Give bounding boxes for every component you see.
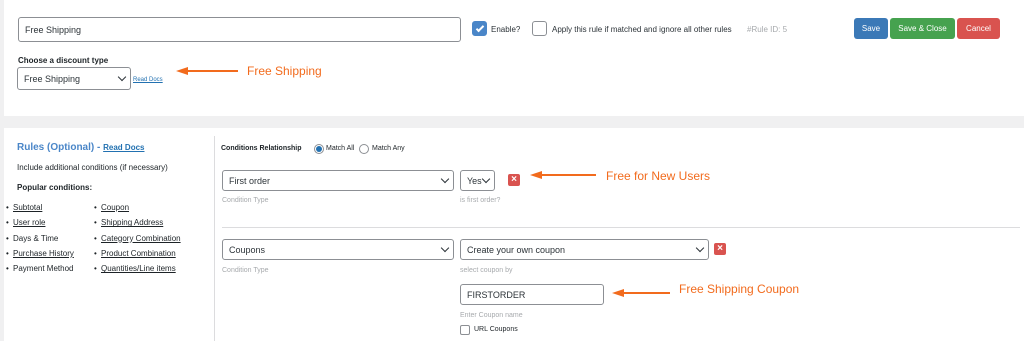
close-icon: ×	[717, 243, 723, 254]
popular-conditions-col2: Coupon Shipping Address Category Combina…	[94, 200, 181, 277]
condition-link-coupon[interactable]: Coupon	[94, 200, 181, 216]
discount-type-heading: Choose a discount type	[18, 56, 109, 65]
rules-heading: Rules (Optional)	[17, 142, 95, 153]
condition1-type-hint: Condition Type	[222, 197, 269, 204]
close-icon: ×	[511, 174, 517, 185]
rules-read-docs-link[interactable]: Read Docs	[103, 143, 144, 152]
condition1-value-select[interactable]: Yes	[460, 170, 495, 191]
coupon-name-input[interactable]: FIRSTORDER	[460, 284, 604, 305]
url-coupons-checkbox[interactable]	[460, 325, 470, 335]
rule-name-value: Free Shipping	[25, 24, 82, 35]
rules-divider	[214, 136, 215, 341]
discount-read-docs-link[interactable]: Read Docs	[133, 77, 163, 83]
rule-id: #Rule ID: 5	[747, 25, 788, 34]
popular-conditions-col1: Subtotal User role Days & Time Purchase …	[6, 200, 74, 277]
cancel-button[interactable]: Cancel	[957, 18, 1000, 39]
coupon-name-hint: Enter Coupon name	[460, 312, 523, 319]
rules-heading-row: Rules (Optional) - Read Docs	[17, 142, 145, 153]
condition-link-payment-method[interactable]: Payment Method	[6, 261, 74, 277]
condition-link-subtotal[interactable]: Subtotal	[6, 200, 74, 216]
condition-link-user-role[interactable]: User role	[6, 215, 74, 231]
match-any-label: Match Any	[372, 145, 405, 152]
rules-description: Include additional conditions (if necess…	[17, 163, 168, 172]
condition2-type-select[interactable]: Coupons	[222, 239, 454, 260]
remove-condition2-button[interactable]: ×	[714, 243, 726, 255]
condition-link-days-time[interactable]: Days & Time	[6, 231, 74, 247]
condition2-value-hint: select coupon by	[460, 267, 513, 274]
condition-link-quantities[interactable]: Quantities/Line items	[94, 261, 181, 277]
enable-label: Enable?	[491, 25, 521, 34]
condition-link-product-combination[interactable]: Product Combination	[94, 246, 181, 262]
condition2-type-value: Coupons	[229, 244, 266, 255]
save-close-button[interactable]: Save & Close	[890, 18, 955, 39]
annotation-free-shipping: Free Shipping	[247, 64, 322, 78]
rule-name-input[interactable]: Free Shipping	[18, 17, 461, 42]
condition-link-shipping-address[interactable]: Shipping Address	[94, 215, 181, 231]
url-coupons-label: URL Coupons	[474, 326, 518, 333]
match-all-radio[interactable]	[314, 144, 324, 154]
condition-link-category-combination[interactable]: Category Combination	[94, 231, 181, 247]
discount-type-value: Free Shipping	[24, 73, 81, 84]
chevron-down-icon	[481, 174, 491, 184]
condition1-value: Yes	[467, 175, 482, 186]
condition2-value-select[interactable]: Create your own coupon	[460, 239, 709, 260]
condition2-type-hint: Condition Type	[222, 267, 269, 274]
condition-divider	[222, 227, 1020, 228]
match-all-label: Match All	[326, 145, 355, 152]
remove-condition1-button[interactable]: ×	[508, 174, 520, 186]
condition1-value-hint: is first order?	[460, 197, 501, 204]
popular-conditions-heading: Popular conditions:	[17, 183, 93, 192]
enable-checkbox[interactable]	[472, 21, 487, 36]
condition1-type-select[interactable]: First order	[222, 170, 454, 191]
annotation-arrow-line	[186, 70, 238, 72]
annotation-arrow-line	[622, 292, 670, 294]
match-any-radio[interactable]	[359, 144, 369, 154]
discount-type-select[interactable]: Free Shipping	[17, 67, 131, 90]
chevron-down-icon	[695, 243, 705, 253]
chevron-down-icon	[440, 243, 450, 253]
coupon-name-value: FIRSTORDER	[467, 289, 526, 300]
apply-exclusive-checkbox[interactable]	[532, 21, 547, 36]
condition1-type-value: First order	[229, 175, 271, 186]
annotation-free-new-users: Free for New Users	[606, 169, 711, 183]
chevron-down-icon	[440, 174, 450, 184]
condition-link-purchase-history[interactable]: Purchase History	[6, 246, 74, 262]
apply-exclusive-label: Apply this rule if matched and ignore al…	[552, 25, 732, 34]
annotation-arrow-line	[540, 174, 596, 176]
conditions-relationship-label: Conditions Relationship	[221, 145, 302, 152]
condition2-value: Create your own coupon	[467, 244, 566, 255]
chevron-down-icon	[117, 72, 127, 82]
save-button[interactable]: Save	[854, 18, 888, 39]
annotation-free-shipping-coupon: Free Shipping Coupon	[679, 282, 800, 296]
